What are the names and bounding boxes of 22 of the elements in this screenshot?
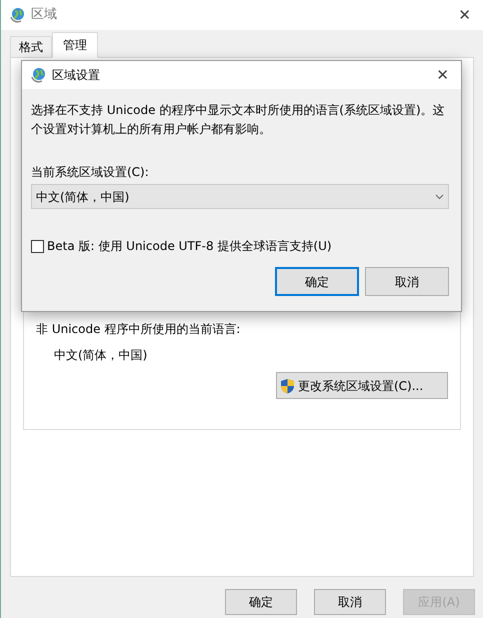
globe-icon [30,67,46,83]
description: 选择在不支持 Unicode 的程序中显示文本时所使用的语言(系统区域设置)。这个设置对计算机上的所有用户帐户都有影响。 [31,102,446,138]
change-locale-button[interactable]: 更改系统区域设置(C)... [276,372,448,399]
dialog-button[interactable]: 确定 [275,267,359,296]
dialog-button[interactable]: 确定 [225,589,297,615]
shield-icon [280,378,295,394]
dialog-button[interactable]: 取消 [314,589,386,615]
chevron-down-icon [435,194,444,200]
label: 非 Unicode 程序中所使用的当前语言: [36,321,242,338]
label: 当前系统区域设置(C): [31,164,150,182]
tab[interactable]: 格式 [10,36,52,58]
close-button[interactable]: ✕ [432,64,453,86]
checkbox[interactable] [31,240,44,253]
checkbox-label: Beta 版: 使用 Unicode UTF-8 提供全球语言支持(U) [47,238,332,256]
locale-value: 中文(简体，中国) [53,347,148,364]
dialog-title: 区域设置 [52,67,100,84]
locale-dropdown[interactable]: 中文(简体，中国) [31,184,449,210]
globe-icon [9,7,25,23]
dialog-button[interactable]: 取消 [365,267,449,296]
close-button[interactable]: ✕ [454,4,475,26]
window-title: 区域 [31,6,57,24]
tab[interactable]: 管理 [52,32,98,58]
